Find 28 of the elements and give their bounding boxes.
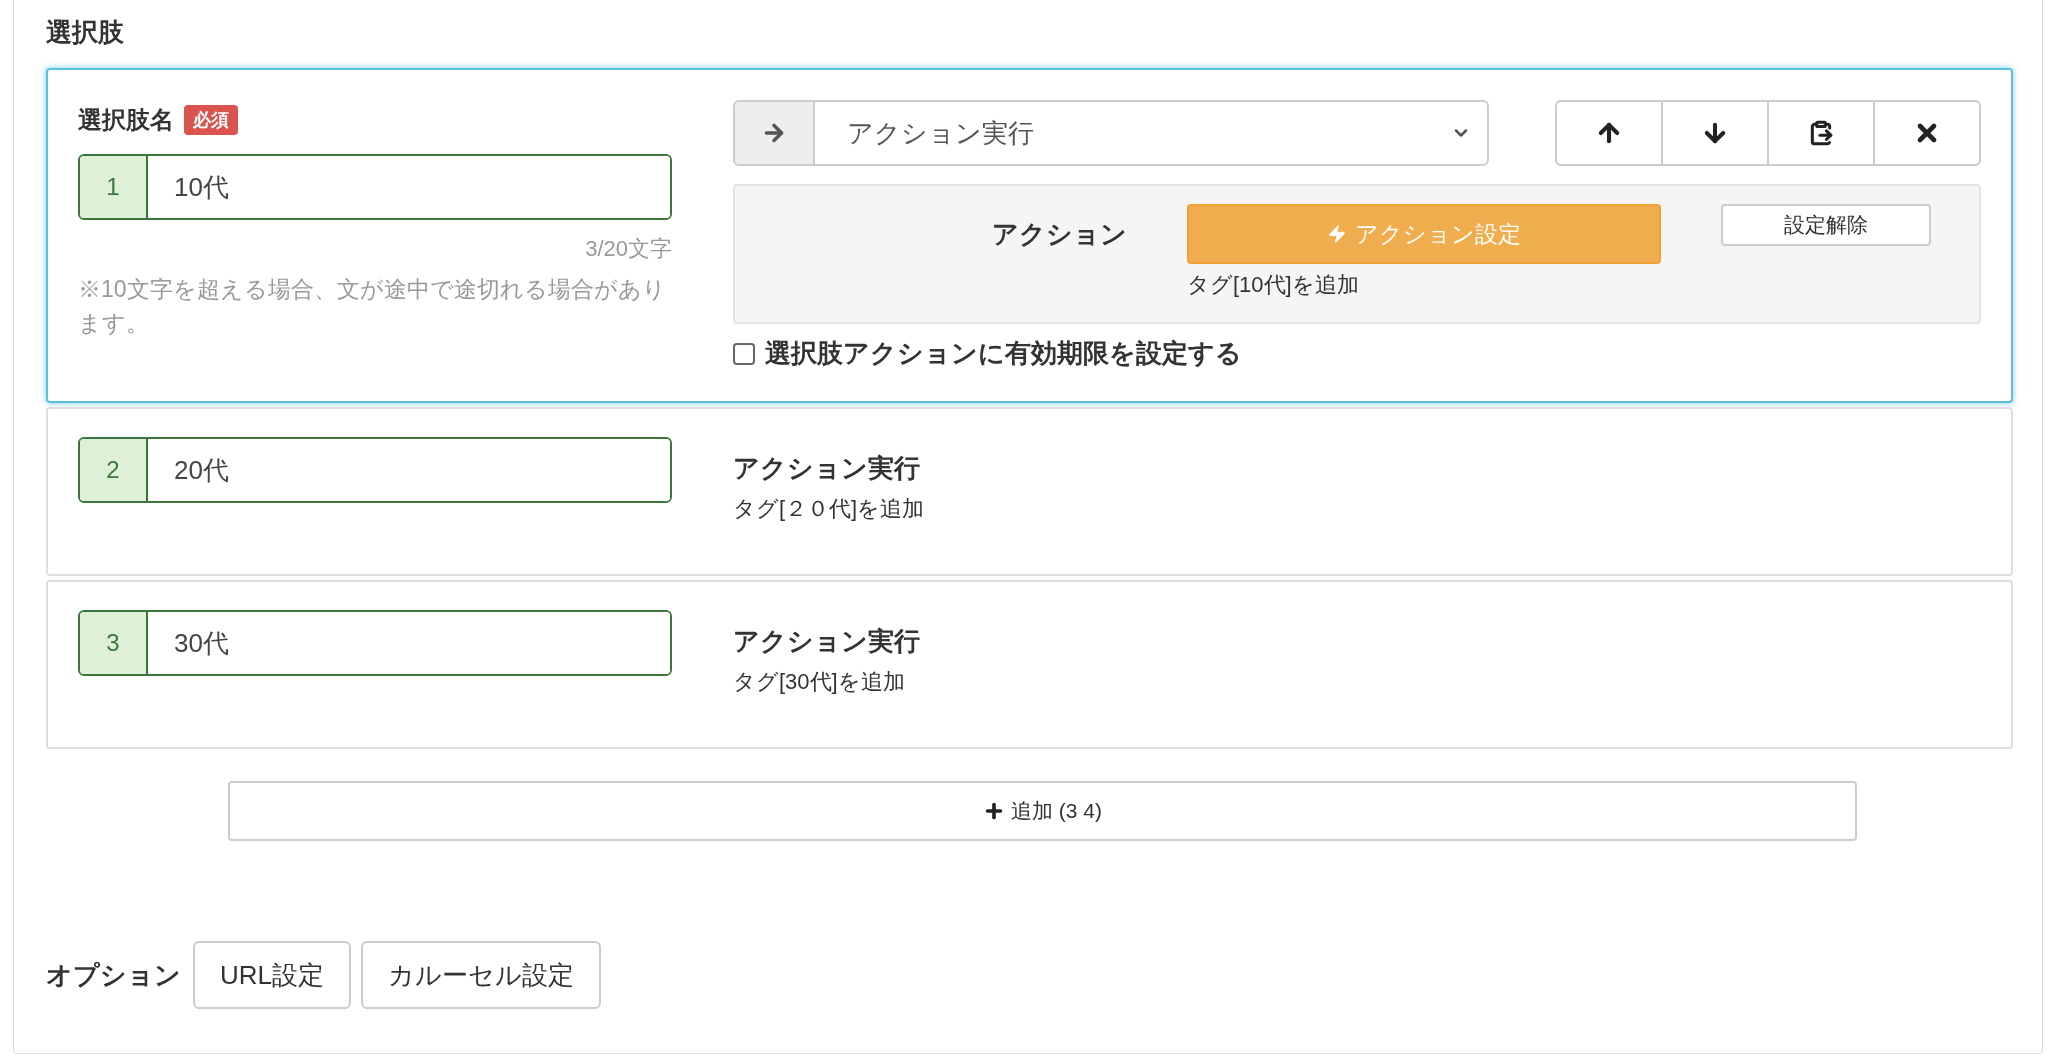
add-button[interactable]: 追加 (3 4) (228, 781, 1857, 841)
char-counter: 3/20文字 (585, 235, 672, 263)
choice-input[interactable]: 3 30代 (78, 610, 672, 676)
checkbox-label: 選択肢アクションに有効期限を設定する (765, 337, 1242, 370)
option-button[interactable]: URL設定 (193, 941, 351, 1009)
plus-icon (983, 800, 1005, 822)
delete-button[interactable] (1873, 100, 1981, 166)
move-up-button[interactable] (1555, 100, 1663, 166)
clear-settings-button[interactable]: 設定解除 (1721, 204, 1931, 246)
action-description: タグ[２０代]を追加 (733, 495, 926, 523)
field-label: 選択肢名 (78, 105, 174, 135)
options-label: オプション (46, 958, 181, 992)
action-description: タグ[30代]を追加 (733, 668, 906, 696)
action-title: アクション実行 (733, 452, 921, 485)
action-description: タグ[10代]を追加 (1187, 271, 1360, 299)
clipboard-icon (1808, 120, 1834, 146)
choice-input[interactable]: 1 10代 (78, 154, 672, 220)
note-text: ※10文字を超える場合、文が途中で途切れる場合があります。 (78, 275, 667, 338)
action-label: アクション (991, 217, 1128, 251)
choice-input[interactable]: 2 20代 (78, 437, 672, 503)
paste-button[interactable] (1767, 100, 1875, 166)
section-title: 選択肢 (46, 16, 125, 49)
action-title: アクション実行 (733, 625, 921, 658)
move-down-button[interactable] (1661, 100, 1769, 166)
lightning-icon (1327, 224, 1347, 244)
checkbox[interactable] (733, 342, 755, 365)
option-button[interactable]: カルーセル設定 (361, 941, 601, 1009)
required-badge: 必須 (184, 105, 238, 135)
